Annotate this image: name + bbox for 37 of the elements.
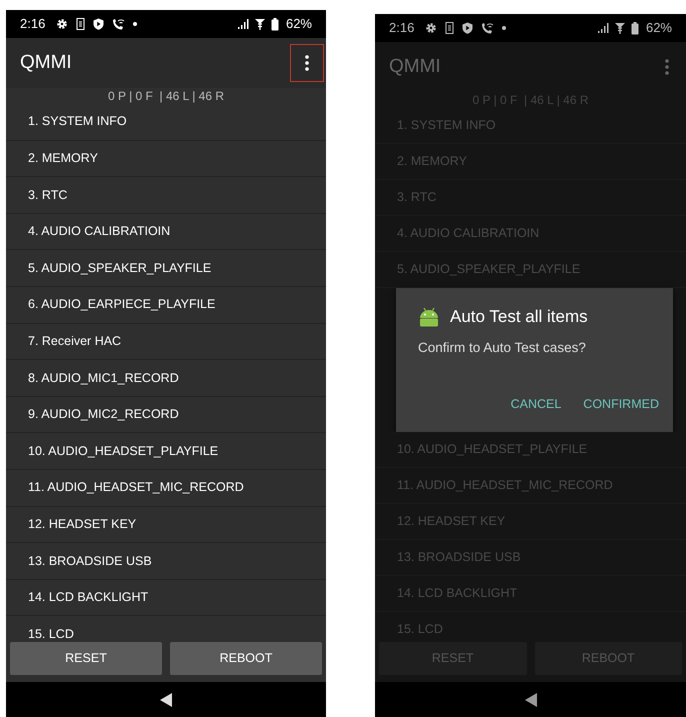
android-icon — [418, 306, 440, 328]
dialog-message: Confirm to Auto Test cases? — [418, 338, 587, 356]
shield-icon — [93, 18, 104, 30]
dialog-button[interactable]: CANCEL — [510, 395, 562, 414]
wifi-calling-icon — [112, 18, 126, 30]
dialog-title: Auto Test all items — [450, 306, 588, 328]
more-menu-button[interactable] — [290, 44, 324, 82]
gear-icon — [56, 18, 68, 30]
back-button[interactable] — [159, 692, 173, 708]
battery-icon — [270, 18, 279, 30]
more-vertical-icon — [665, 59, 669, 75]
dot-icon — [133, 22, 138, 26]
more-vertical-icon — [305, 55, 309, 71]
signal-icon — [598, 23, 609, 33]
battery-icon — [630, 22, 639, 34]
dot-icon — [502, 26, 506, 30]
battery-percent: 62% — [286, 15, 312, 34]
action-button[interactable]: RESET — [10, 642, 162, 675]
action-button[interactable]: REBOOT — [170, 642, 322, 675]
test-item[interactable]: 12. HEADSET KEY — [6, 506, 326, 544]
gear-icon — [425, 22, 438, 34]
test-item[interactable]: 2. MEMORY — [6, 140, 326, 178]
app-title: QMMI — [389, 54, 441, 79]
battery-percent: 62% — [646, 19, 672, 38]
status-time: 2:16 — [20, 15, 46, 34]
back-button[interactable] — [524, 692, 538, 708]
test-item[interactable]: 7. Receiver HAC — [6, 324, 326, 360]
test-summary: 0 P | 0 F | 46 L | 46 R — [106, 88, 226, 104]
app-title: QMMI — [20, 50, 72, 75]
dialog-button[interactable]: CONFIRMED — [583, 395, 659, 414]
wifi-calling-icon — [481, 22, 494, 34]
test-item[interactable]: 14. LCD BACKLIGHT — [6, 580, 326, 616]
device-icon — [76, 18, 86, 30]
device-icon — [445, 22, 454, 34]
signal-icon — [238, 19, 249, 29]
shield-icon — [462, 22, 474, 34]
status-time: 2:16 — [389, 19, 414, 38]
